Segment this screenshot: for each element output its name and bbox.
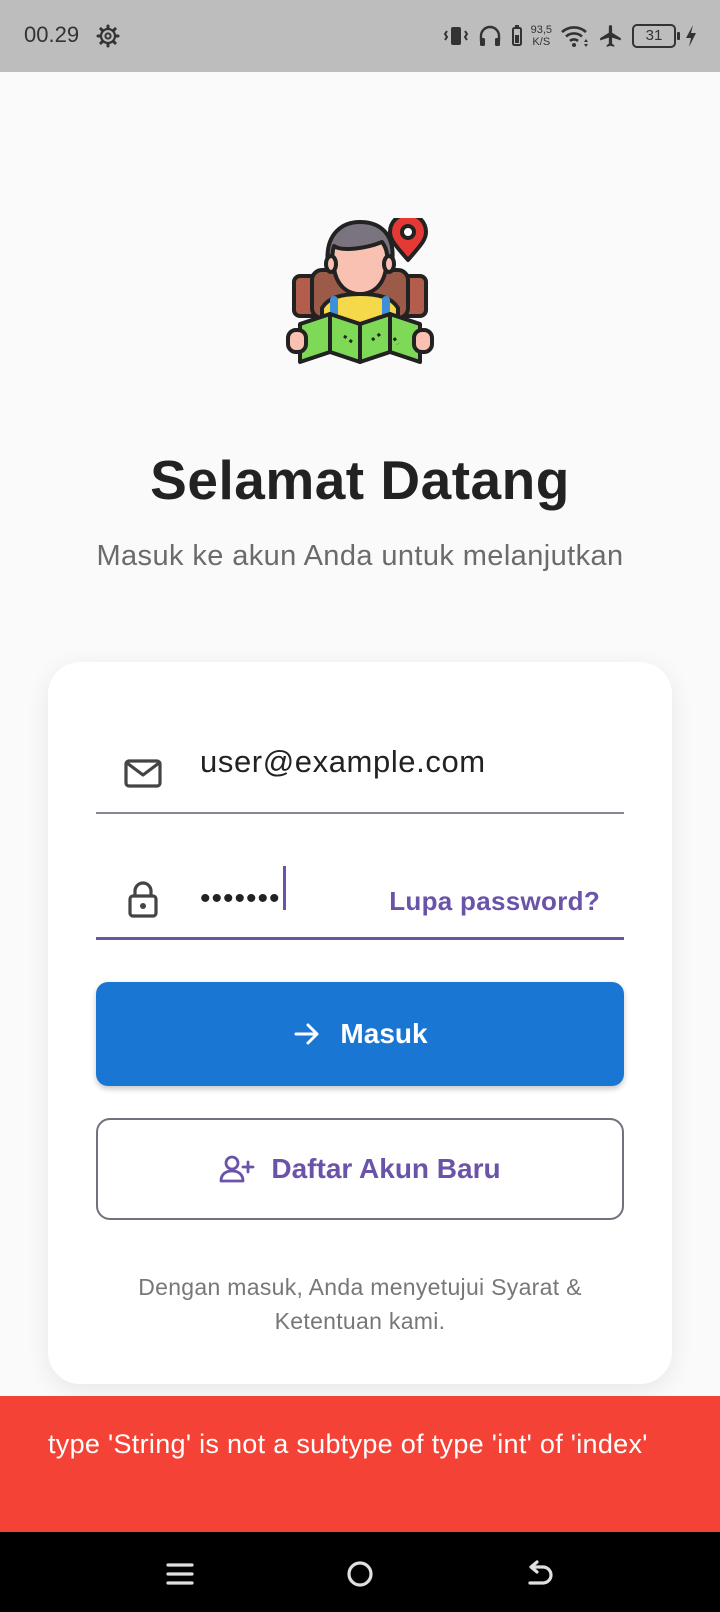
mail-icon bbox=[124, 759, 162, 788]
battery-small-icon bbox=[511, 25, 522, 46]
email-field[interactable]: user@example.com bbox=[96, 714, 624, 814]
lock-icon bbox=[128, 881, 158, 918]
status-bar: 00.29 93,5 K/S 31 bbox=[0, 0, 720, 72]
page-title: Selamat Datang bbox=[150, 449, 570, 511]
home-icon[interactable] bbox=[340, 1554, 380, 1594]
system-nav-bar bbox=[0, 1532, 720, 1612]
password-field[interactable]: ••••••• Lupa password? bbox=[96, 840, 624, 940]
status-time: 00.29 bbox=[24, 22, 80, 47]
arrow-right-icon bbox=[294, 1023, 319, 1045]
text-caret bbox=[282, 866, 286, 910]
wifi-icon bbox=[561, 26, 588, 47]
network-speed: 93,5 K/S bbox=[530, 24, 552, 48]
error-message: type 'String' is not a subtype of type '… bbox=[48, 1429, 648, 1459]
traveler-with-map-icon bbox=[286, 218, 434, 364]
battery-icon: 31 bbox=[632, 24, 680, 48]
password-value: ••••••• bbox=[200, 866, 286, 922]
register-button-label: Daftar Akun Baru bbox=[271, 1153, 501, 1184]
error-snackbar: type 'String' is not a subtype of type '… bbox=[0, 1396, 720, 1532]
airplane-icon bbox=[600, 25, 621, 47]
email-value: user@example.com bbox=[200, 744, 486, 779]
headphones-icon bbox=[479, 25, 500, 46]
settings-icon bbox=[96, 24, 120, 48]
vibrate-icon bbox=[443, 27, 468, 45]
login-button[interactable]: Masuk bbox=[96, 982, 624, 1086]
status-icons: 93,5 K/S 31 bbox=[443, 18, 698, 54]
forgot-password-link[interactable]: Lupa password? bbox=[389, 886, 600, 917]
login-card: user@example.com ••••••• Lupa password? … bbox=[48, 662, 672, 1384]
back-icon[interactable] bbox=[520, 1554, 560, 1594]
menu-icon[interactable] bbox=[160, 1554, 200, 1594]
page-subtitle: Masuk ke akun Anda untuk melanjutkan bbox=[96, 540, 624, 572]
register-button[interactable]: Daftar Akun Baru bbox=[96, 1118, 624, 1220]
login-button-label: Masuk bbox=[340, 1018, 428, 1049]
charging-icon bbox=[686, 25, 696, 47]
person-add-icon bbox=[219, 1155, 255, 1183]
terms-text: Dengan masuk, Anda menyetujui Syarat & K… bbox=[138, 1274, 582, 1334]
